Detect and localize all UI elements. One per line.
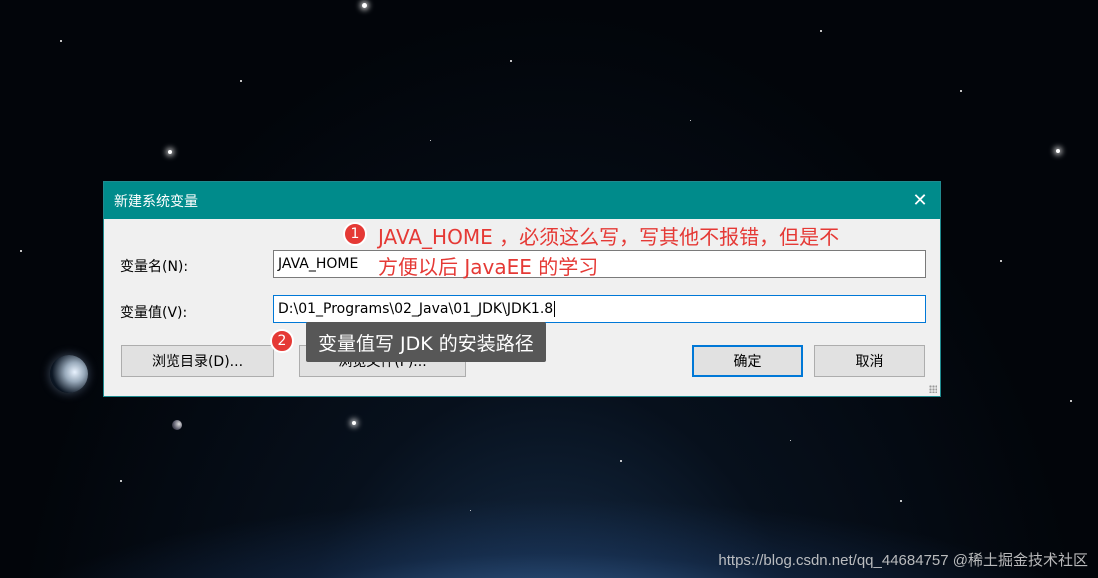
text-caret — [554, 301, 556, 317]
star — [510, 60, 512, 62]
variable-value-input[interactable]: D:\01_Programs\02_Java\01_JDK\JDK1.8 — [273, 295, 926, 323]
star — [60, 40, 62, 42]
star — [620, 460, 622, 462]
star — [820, 30, 822, 32]
cancel-button[interactable]: 取消 — [814, 345, 925, 377]
star — [960, 90, 962, 92]
star — [120, 480, 122, 482]
new-system-variable-dialog: 新建系统变量 ✕ 变量名(N): JAVA_HOME 变量值(V): D:\01… — [103, 181, 941, 397]
variable-value-label: 变量值(V): — [120, 305, 188, 321]
ok-button[interactable]: 确定 — [692, 345, 803, 377]
dialog-titlebar[interactable]: 新建系统变量 ✕ — [104, 182, 940, 219]
close-button[interactable]: ✕ — [908, 188, 932, 212]
annotation-note-1-line-1: JAVA_HOME ，必须这么写，写其他不报错，但是不 — [378, 225, 840, 249]
annotation-badge-1: 1 — [343, 222, 367, 246]
variable-name-label: 变量名(N): — [120, 259, 189, 275]
star — [1056, 149, 1060, 153]
star — [690, 120, 691, 121]
star — [240, 80, 242, 82]
annotation-note-2: 变量值写 JDK 的安装路径 — [306, 322, 546, 362]
resize-grip-icon[interactable] — [929, 385, 937, 393]
star — [352, 421, 356, 425]
variable-name-input[interactable]: JAVA_HOME — [273, 250, 926, 278]
close-icon: ✕ — [912, 189, 928, 211]
moon-image — [172, 420, 182, 430]
star — [20, 250, 22, 252]
star — [168, 150, 172, 154]
variable-name-value: JAVA_HOME — [278, 256, 359, 272]
star — [1000, 260, 1002, 262]
annotation-badge-2: 2 — [270, 329, 294, 353]
watermark: https://blog.csdn.net/qq_44684757 @稀土掘金技… — [718, 552, 1088, 569]
star — [430, 140, 431, 141]
star — [1070, 400, 1072, 402]
star — [362, 3, 367, 8]
variable-value-value: D:\01_Programs\02_Java\01_JDK\JDK1.8 — [278, 301, 554, 317]
dialog-title: 新建系统变量 — [114, 193, 198, 210]
star — [790, 440, 791, 441]
annotation-note-1-line-2: 方便以后 JavaEE 的学习 — [378, 255, 599, 279]
planet-image — [50, 355, 88, 393]
browse-directory-button[interactable]: 浏览目录(D)... — [121, 345, 274, 377]
